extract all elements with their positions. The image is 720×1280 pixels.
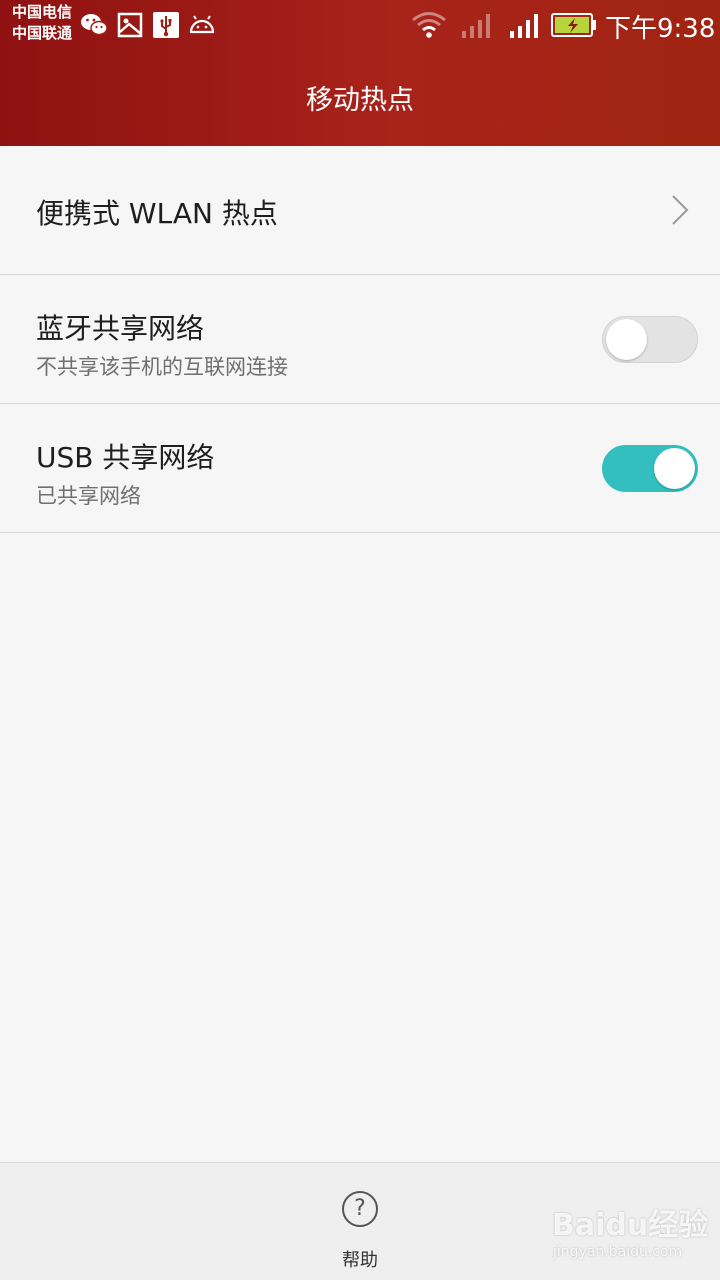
- app-header: 中国电信 中国联通 下午9:38 移动热点: [0, 0, 720, 146]
- toggle-knob: [606, 319, 647, 360]
- chevron-right-icon: [670, 194, 690, 230]
- usb-icon: [153, 12, 179, 42]
- list-item-subtitle: 不共享该手机的互联网连接: [36, 355, 288, 379]
- list-item-title: 便携式 WLAN 热点: [36, 197, 278, 230]
- page-title: 移动热点: [306, 85, 414, 116]
- settings-list: 便携式 WLAN 热点 蓝牙共享网络 不共享该手机的互联网连接 USB 共享网络…: [0, 146, 720, 533]
- list-item-usb-tethering[interactable]: USB 共享网络 已共享网络: [0, 404, 720, 533]
- signal-icon: [460, 12, 492, 44]
- list-item-title: USB 共享网络: [36, 441, 215, 474]
- watermark-url: jingyan.baidu.com: [553, 1244, 683, 1260]
- battery-charging-icon: [551, 13, 597, 41]
- android-icon: [188, 12, 216, 40]
- wifi-icon: [410, 10, 448, 44]
- list-item-bluetooth-tethering[interactable]: 蓝牙共享网络 不共享该手机的互联网连接: [0, 275, 720, 404]
- carrier-1: 中国电信: [12, 3, 73, 21]
- help-icon[interactable]: ?: [342, 1191, 378, 1227]
- toggle-knob: [654, 448, 695, 489]
- list-item-portable-wlan-hotspot[interactable]: 便携式 WLAN 热点: [0, 146, 720, 275]
- list-item-title: 蓝牙共享网络: [36, 312, 205, 345]
- wechat-icon: [80, 12, 108, 42]
- bluetooth-tethering-toggle[interactable]: [602, 316, 698, 363]
- status-clock: 下午9:38: [605, 14, 716, 44]
- usb-tethering-toggle[interactable]: [602, 445, 698, 492]
- carrier-info: 中国电信 中国联通: [12, 2, 72, 44]
- list-item-subtitle: 已共享网络: [36, 484, 141, 508]
- image-icon: [117, 12, 143, 42]
- watermark-logo: Baidu经验: [552, 1208, 709, 1243]
- status-bar: 中国电信 中国联通 下午9:38: [0, 0, 720, 50]
- signal-icon: [508, 12, 540, 44]
- carrier-2: 中国联通: [12, 24, 73, 42]
